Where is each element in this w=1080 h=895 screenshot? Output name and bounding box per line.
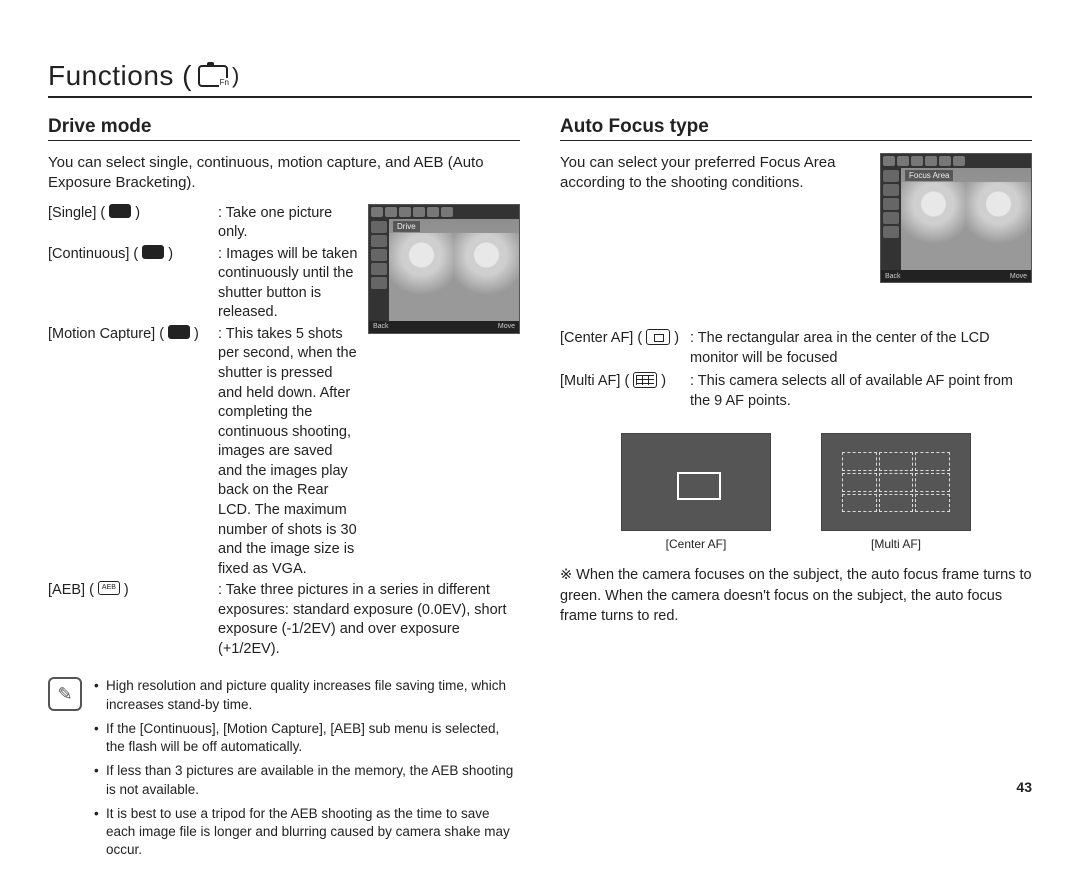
page-number: 43 xyxy=(1016,779,1032,795)
mode-row-continuous: [Continuous] () : Images will be taken c… xyxy=(48,245,358,323)
af-desc: This camera selects all of available AF … xyxy=(690,373,1013,409)
mode-desc: This takes 5 shots per second, when the … xyxy=(218,326,357,577)
motion-capture-icon xyxy=(168,325,190,339)
af-desc: The rectangular area in the center of th… xyxy=(690,330,990,366)
mode-desc: Images will be taken continuously until … xyxy=(218,246,357,321)
drive-mode-thumbnail: Drive Back Move xyxy=(368,204,520,334)
thumb-move-label: Move xyxy=(1010,273,1027,280)
drive-mode-intro: You can select single, continuous, motio… xyxy=(48,153,520,194)
mode-row-motion: [Motion Capture] () : This takes 5 shots… xyxy=(48,325,358,579)
thumb-label: Drive xyxy=(393,221,420,232)
note-item: It is best to use a tripod for the AEB s… xyxy=(94,805,520,860)
multi-af-icon xyxy=(633,372,657,388)
mode-desc: Take three pictures in a series in diffe… xyxy=(218,582,507,657)
center-af-diagram: [Center AF] xyxy=(621,433,771,551)
drive-mode-heading: Drive mode xyxy=(48,116,520,141)
note-item: If less than 3 pictures are available in… xyxy=(94,762,520,798)
aeb-mode-icon: AEB xyxy=(98,581,120,595)
mode-label: [Motion Capture] xyxy=(48,325,155,345)
mode-label: [Continuous] xyxy=(48,245,129,265)
mode-desc: Take one picture only. xyxy=(218,205,332,241)
single-mode-icon xyxy=(109,204,131,218)
note-icon: ✎ xyxy=(48,677,82,711)
note-item: High resolution and picture quality incr… xyxy=(94,677,520,713)
page-title-prefix: Functions ( xyxy=(48,60,192,92)
note-box: ✎ High resolution and picture quality in… xyxy=(48,677,520,865)
auto-focus-heading: Auto Focus type xyxy=(560,116,1032,141)
mode-label: [Single] xyxy=(48,204,96,224)
mode-row-single: [Single] () : Take one picture only. xyxy=(48,204,358,243)
af-row-multi: [Multi AF] () : This camera selects all … xyxy=(560,372,1032,411)
multi-af-diagram: [Multi AF] xyxy=(821,433,971,551)
left-column: Drive mode You can select single, contin… xyxy=(48,116,520,865)
right-column: Auto Focus type Focus Area Back Move You… xyxy=(560,116,1032,865)
thumb-label: Focus Area xyxy=(905,170,953,181)
diagram-caption: [Center AF] xyxy=(621,537,771,551)
focus-frame-note: ※ When the camera focuses on the subject… xyxy=(560,565,1032,626)
thumb-back-label: Back xyxy=(885,273,901,280)
af-row-center: [Center AF] () : The rectangular area in… xyxy=(560,329,1032,368)
note-item: If the [Continuous], [Motion Capture], [… xyxy=(94,720,520,756)
mode-row-aeb: [AEB] (AEB) : Take three pictures in a s… xyxy=(48,581,520,659)
af-label: [Center AF] xyxy=(560,329,633,349)
auto-focus-thumbnail: Focus Area Back Move xyxy=(880,153,1032,283)
thumb-move-label: Move xyxy=(498,323,515,330)
camera-fn-icon xyxy=(198,65,228,87)
af-label: [Multi AF] xyxy=(560,372,620,392)
page-title-row: Functions ( ) xyxy=(48,60,1032,98)
thumb-back-label: Back xyxy=(373,323,389,330)
mode-label: [AEB] xyxy=(48,581,85,601)
continuous-mode-icon xyxy=(142,245,164,259)
center-af-icon xyxy=(646,329,670,345)
page-title-suffix: ) xyxy=(232,63,240,89)
diagram-caption: [Multi AF] xyxy=(821,537,971,551)
